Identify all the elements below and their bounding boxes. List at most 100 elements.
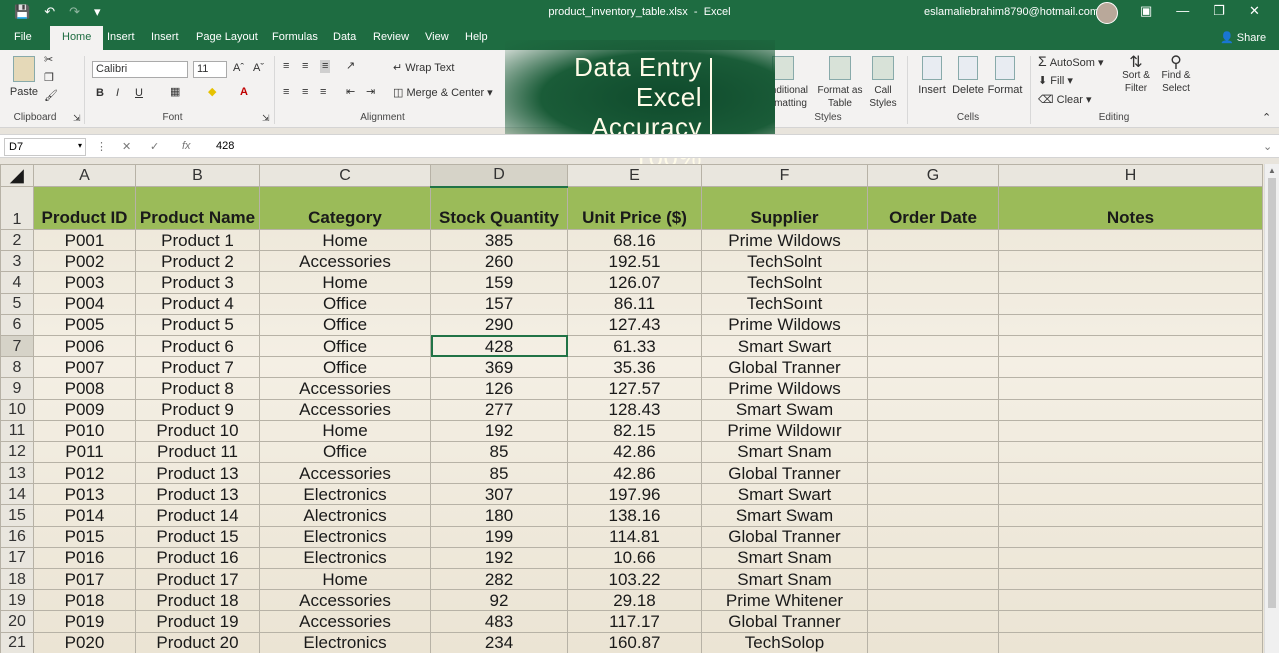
row-header[interactable]: 2 xyxy=(0,228,34,252)
cell[interactable] xyxy=(867,462,999,485)
cell[interactable]: Smart Snam xyxy=(701,546,868,570)
clear-button[interactable]: ⌫ Clear ▾ xyxy=(1038,94,1092,107)
shrink-font-icon[interactable]: Aˇ xyxy=(253,62,264,75)
autosum-button[interactable]: Σ AutoSom ▾ xyxy=(1038,54,1104,70)
cell[interactable]: Prime Whitener xyxy=(701,589,868,612)
scrollbar-thumb[interactable] xyxy=(1268,178,1276,608)
scroll-up-icon[interactable]: ▲ xyxy=(1268,166,1276,175)
cell[interactable] xyxy=(867,440,999,464)
cell[interactable]: Electronics xyxy=(259,525,431,548)
increase-indent-icon[interactable]: ⇥ xyxy=(366,86,375,99)
cell[interactable]: 192 xyxy=(430,419,568,442)
cell[interactable]: Product 13 xyxy=(135,483,260,506)
header-cell[interactable]: Order Date xyxy=(867,186,999,230)
formula-input[interactable]: 428 xyxy=(216,140,234,152)
cell[interactable]: Product 9 xyxy=(135,398,260,421)
cell[interactable] xyxy=(998,631,1263,653)
format-as-table-button[interactable]: Format as Table xyxy=(816,56,864,110)
cell[interactable]: 82.15 xyxy=(567,419,702,442)
cell[interactable]: 160.87 xyxy=(567,631,702,653)
cell[interactable]: 61.33 xyxy=(567,334,702,358)
row-header[interactable]: 18 xyxy=(0,567,34,591)
cell[interactable]: 159 xyxy=(430,271,568,294)
cell[interactable]: Product 6 xyxy=(135,334,260,358)
wrap-text-button[interactable]: ↵ Wrap Text xyxy=(393,62,454,75)
cell[interactable]: Product 11 xyxy=(135,440,260,464)
cell[interactable]: 290 xyxy=(430,313,568,336)
row-header[interactable]: 1 xyxy=(0,186,34,230)
cell[interactable]: 85 xyxy=(430,462,568,485)
cell[interactable]: TechSolnt xyxy=(701,271,868,294)
cell[interactable]: 385 xyxy=(430,228,568,252)
cell[interactable] xyxy=(867,610,999,633)
cell[interactable] xyxy=(867,631,999,653)
tab-insert[interactable]: Insert xyxy=(107,31,135,43)
cell[interactable]: Smart Snam xyxy=(701,567,868,591)
cell[interactable]: 197.96 xyxy=(567,483,702,506)
row-header[interactable]: 15 xyxy=(0,504,34,527)
enter-icon[interactable]: ✓ xyxy=(150,140,159,153)
cell[interactable]: P006 xyxy=(33,334,136,358)
collapse-ribbon-icon[interactable]: ⌃ xyxy=(1262,112,1271,125)
row-header[interactable]: 8 xyxy=(0,356,34,379)
cell[interactable] xyxy=(998,610,1263,633)
header-cell[interactable]: Supplier xyxy=(701,186,868,230)
cell[interactable]: Office xyxy=(259,313,431,336)
tab-data[interactable]: Data xyxy=(333,31,356,43)
row-header[interactable]: 3 xyxy=(0,250,34,273)
font-color-icon[interactable]: A xyxy=(240,86,248,99)
cell[interactable]: Electronics xyxy=(259,631,431,653)
cell[interactable] xyxy=(998,313,1263,336)
cell[interactable]: Global Tranner xyxy=(701,525,868,548)
header-cell[interactable]: Unit Price ($) xyxy=(567,186,702,230)
tab-review[interactable]: Review xyxy=(373,31,409,43)
cell[interactable]: Prime Wildows xyxy=(701,313,868,336)
row-header[interactable]: 4 xyxy=(0,271,34,294)
format-cells-button[interactable]: Format xyxy=(986,56,1024,97)
column-header-d[interactable]: D xyxy=(430,164,568,188)
cell[interactable]: Smart Swart xyxy=(701,334,868,358)
cell[interactable]: 117.17 xyxy=(567,610,702,633)
cell[interactable]: TechSoınt xyxy=(701,292,868,315)
borders-icon[interactable]: ▦ xyxy=(170,86,180,99)
cell[interactable] xyxy=(867,589,999,612)
cell[interactable]: Product 5 xyxy=(135,313,260,336)
minimize-icon[interactable]: — xyxy=(1176,3,1189,19)
fill-button[interactable]: ⬇ Fill ▾ xyxy=(1038,75,1073,88)
cell[interactable]: Prime Wildows xyxy=(701,377,868,400)
row-header[interactable]: 5 xyxy=(0,292,34,315)
cell[interactable]: Office xyxy=(259,292,431,315)
cell[interactable]: Electronics xyxy=(259,546,431,570)
cell[interactable]: P016 xyxy=(33,546,136,570)
font-name-input[interactable]: Calibri xyxy=(92,61,188,78)
select-all-corner[interactable]: ◢ xyxy=(0,164,34,187)
row-header[interactable]: 13 xyxy=(0,462,34,485)
cell[interactable]: Product 7 xyxy=(135,356,260,379)
clipboard-launcher-icon[interactable]: ⇲ xyxy=(73,112,81,125)
cell[interactable] xyxy=(867,271,999,294)
cell-styles-button[interactable]: Call Styles xyxy=(864,56,902,110)
cell[interactable]: 483 xyxy=(430,610,568,633)
cell[interactable] xyxy=(867,483,999,506)
cell[interactable]: Smart Swam xyxy=(701,504,868,527)
tab-file[interactable]: File xyxy=(14,31,32,43)
cell[interactable] xyxy=(998,440,1263,464)
cell[interactable]: Smart Swart xyxy=(701,483,868,506)
merge-center-button[interactable]: ◫ Merge & Center ▾ xyxy=(393,87,493,100)
tab-formulas[interactable]: Formulas xyxy=(272,31,318,43)
tab-page-layout[interactable]: Page Layout xyxy=(196,31,258,43)
cell[interactable]: P011 xyxy=(33,440,136,464)
copy-icon[interactable]: ❐ xyxy=(44,72,54,85)
close-icon[interactable]: ✕ xyxy=(1249,3,1260,19)
cell[interactable] xyxy=(998,250,1263,273)
cell[interactable]: P009 xyxy=(33,398,136,421)
cell[interactable]: P010 xyxy=(33,419,136,442)
cell[interactable]: 85 xyxy=(430,440,568,464)
align-top-icon[interactable]: ≡ xyxy=(283,60,289,73)
column-header-e[interactable]: E xyxy=(567,164,702,187)
cell[interactable] xyxy=(998,567,1263,591)
row-header[interactable]: 17 xyxy=(0,546,34,570)
cell[interactable]: 10.66 xyxy=(567,546,702,570)
cell[interactable] xyxy=(998,462,1263,485)
cell[interactable]: Home xyxy=(259,567,431,591)
